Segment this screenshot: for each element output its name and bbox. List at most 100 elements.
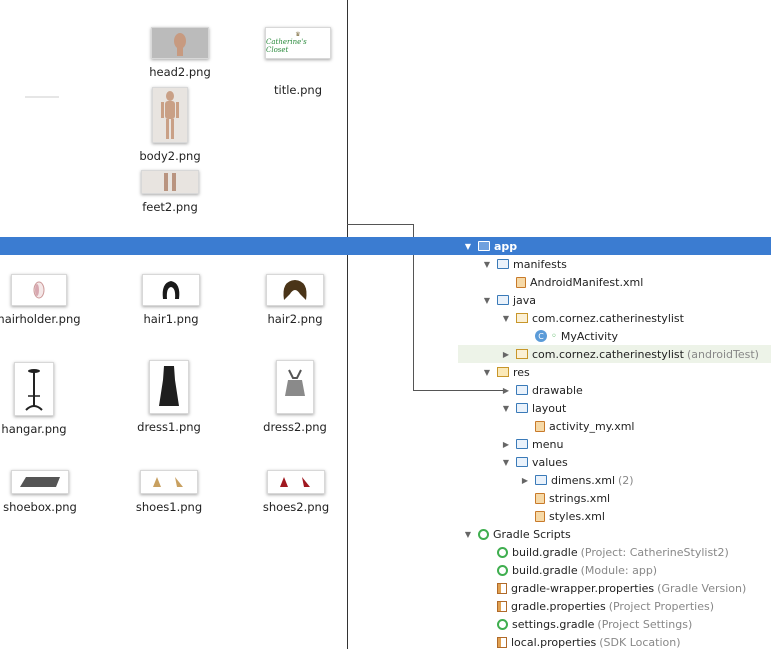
collapse-arrow-icon[interactable]: ▶ xyxy=(519,476,531,485)
tree-node-label: res xyxy=(513,365,530,379)
res-folder-icon xyxy=(497,367,509,377)
thumbnail xyxy=(140,470,198,494)
tree-node[interactable]: ▶ drawable xyxy=(458,381,771,399)
tree-node[interactable]: gradle.properties (Project Properties) xyxy=(458,597,771,615)
connector-line-horizontal-top xyxy=(347,224,413,225)
tree-node[interactable]: ▼ values xyxy=(458,453,771,471)
file-title[interactable]: ♛ Catherine's Closet title.png xyxy=(243,27,353,97)
thumbnail xyxy=(11,470,69,494)
tree-node[interactable]: gradle-wrapper.properties (Gradle Version… xyxy=(458,579,771,597)
thumbnail xyxy=(142,274,200,306)
expand-arrow-icon[interactable]: ▼ xyxy=(500,314,512,323)
tree-node[interactable]: ▶ menu xyxy=(458,435,771,453)
file-hairholder[interactable]: hairholder.png xyxy=(0,274,94,326)
thumbnail xyxy=(149,360,189,414)
expand-arrow-icon[interactable]: ▼ xyxy=(481,296,493,305)
collapse-arrow-icon[interactable]: ▶ xyxy=(500,386,512,395)
folder-icon xyxy=(535,475,547,485)
tree-node-hint: (androidTest) xyxy=(686,347,759,361)
collapse-arrow-icon[interactable]: ▶ xyxy=(500,350,512,359)
tree-node[interactable]: strings.xml xyxy=(458,489,771,507)
tree-node[interactable]: activity_my.xml xyxy=(458,417,771,435)
expand-arrow-icon[interactable]: ▼ xyxy=(462,242,474,251)
tree-node-label: values xyxy=(532,455,568,469)
tree-node[interactable]: ▼ com.cornez.catherinestylist xyxy=(458,309,771,327)
tree-node-label: gradle.properties xyxy=(511,599,606,613)
tree-node-label: MyActivity xyxy=(560,329,619,343)
expand-arrow-icon[interactable]: ▼ xyxy=(462,530,474,539)
file-name: shoebox.png xyxy=(3,500,77,514)
tree-node[interactable]: ▼ app xyxy=(0,237,771,255)
tree-node[interactable]: ▼ Gradle Scripts xyxy=(458,525,771,543)
package-icon xyxy=(516,349,528,359)
file-name: hair2.png xyxy=(267,312,323,326)
folder-icon xyxy=(478,241,490,251)
tree-node-hint: (SDK Location) xyxy=(599,635,681,649)
file-name: shoes1.png xyxy=(135,500,203,514)
tree-node-label: AndroidManifest.xml xyxy=(530,275,644,289)
tree-node-label: drawable xyxy=(532,383,583,397)
package-icon xyxy=(516,313,528,323)
tree-node-label: settings.gradle xyxy=(512,617,595,631)
thumbnail xyxy=(267,470,325,494)
tree-node[interactable]: build.gradle (Project: CatherineStylist2) xyxy=(458,543,771,561)
folder-icon xyxy=(516,385,528,395)
expand-arrow-icon[interactable]: ▼ xyxy=(481,368,493,377)
file-name: body2.png xyxy=(139,149,201,163)
tree-node-hint: (Project Properties) xyxy=(608,599,714,613)
expand-arrow-icon[interactable]: ▼ xyxy=(500,404,512,413)
tree-node[interactable]: C ◦ MyActivity xyxy=(458,327,771,345)
thumbnail xyxy=(14,362,54,416)
tree-node[interactable]: local.properties (SDK Location) xyxy=(458,633,771,651)
file-shoes1[interactable]: shoes1.png xyxy=(114,470,224,514)
xml-file-icon xyxy=(535,420,545,432)
file-hangar[interactable]: hangar.png xyxy=(0,362,89,436)
properties-icon xyxy=(497,636,507,648)
tree-node[interactable]: build.gradle (Module: app) xyxy=(458,561,771,579)
file-hair1[interactable]: hair1.png xyxy=(116,274,226,326)
file-hair2[interactable]: hair2.png xyxy=(240,274,350,326)
gradle-icon xyxy=(497,618,508,630)
gradle-icon xyxy=(478,528,489,540)
tree-node[interactable]: ▼ java xyxy=(458,291,771,309)
thumbnail-text: Catherine's Closet xyxy=(266,38,307,54)
file-dress2[interactable]: dress2.png xyxy=(240,360,350,434)
tree-node-label: strings.xml xyxy=(549,491,611,505)
file-head2[interactable]: head2.png xyxy=(125,27,235,79)
tree-node-label: local.properties xyxy=(511,635,597,649)
tree-node[interactable]: ▶ com.cornez.catherinestylist (androidTest… xyxy=(458,345,771,363)
file-shoebox[interactable]: shoebox.png xyxy=(0,470,95,514)
expand-arrow-icon[interactable]: ▼ xyxy=(500,458,512,467)
file-name: title.png xyxy=(273,83,323,97)
file-shoes2[interactable]: shoes2.png xyxy=(241,470,351,514)
tree-node[interactable]: ▼ layout xyxy=(458,399,771,417)
access-modifier-icon: ◦ xyxy=(551,330,557,342)
file-dress1[interactable]: dress1.png xyxy=(114,360,224,434)
tree-node[interactable]: AndroidManifest.xml xyxy=(458,273,771,291)
tree-node-label: manifests xyxy=(513,257,567,271)
thumbnail xyxy=(266,274,324,306)
tree-node-label: com.cornez.catherinestylist xyxy=(532,347,684,361)
tree-node-hint: (2) xyxy=(618,473,634,487)
thumbnail xyxy=(141,170,199,194)
tree-node[interactable]: ▼ manifests xyxy=(458,255,771,273)
tree-node-hint: (Project: CatherineStylist2) xyxy=(580,545,729,559)
file-feet2[interactable]: feet2.png xyxy=(115,170,225,214)
properties-icon xyxy=(497,600,507,612)
tree-node-label: build.gradle xyxy=(512,545,578,559)
tree-node[interactable]: styles.xml xyxy=(458,507,771,525)
tree-node[interactable]: ▼ res xyxy=(458,363,771,381)
tree-node[interactable]: settings.gradle (Project Settings) xyxy=(458,615,771,633)
properties-icon xyxy=(497,582,507,594)
tree-node-hint: (Gradle Version) xyxy=(657,581,747,595)
file-name: feet2.png xyxy=(142,200,198,214)
tree-node-label: java xyxy=(513,293,537,307)
file-name: shoes2.png xyxy=(262,500,330,514)
tree-node-hint: (Project Settings) xyxy=(597,617,693,631)
tree-node[interactable]: ▶ dimens.xml (2) xyxy=(458,471,771,489)
file-name: hairholder.png xyxy=(0,312,81,326)
collapse-arrow-icon[interactable]: ▶ xyxy=(500,440,512,449)
file-name: hangar.png xyxy=(1,422,67,436)
file-body2[interactable]: body2.png xyxy=(115,87,225,163)
expand-arrow-icon[interactable]: ▼ xyxy=(481,260,493,269)
